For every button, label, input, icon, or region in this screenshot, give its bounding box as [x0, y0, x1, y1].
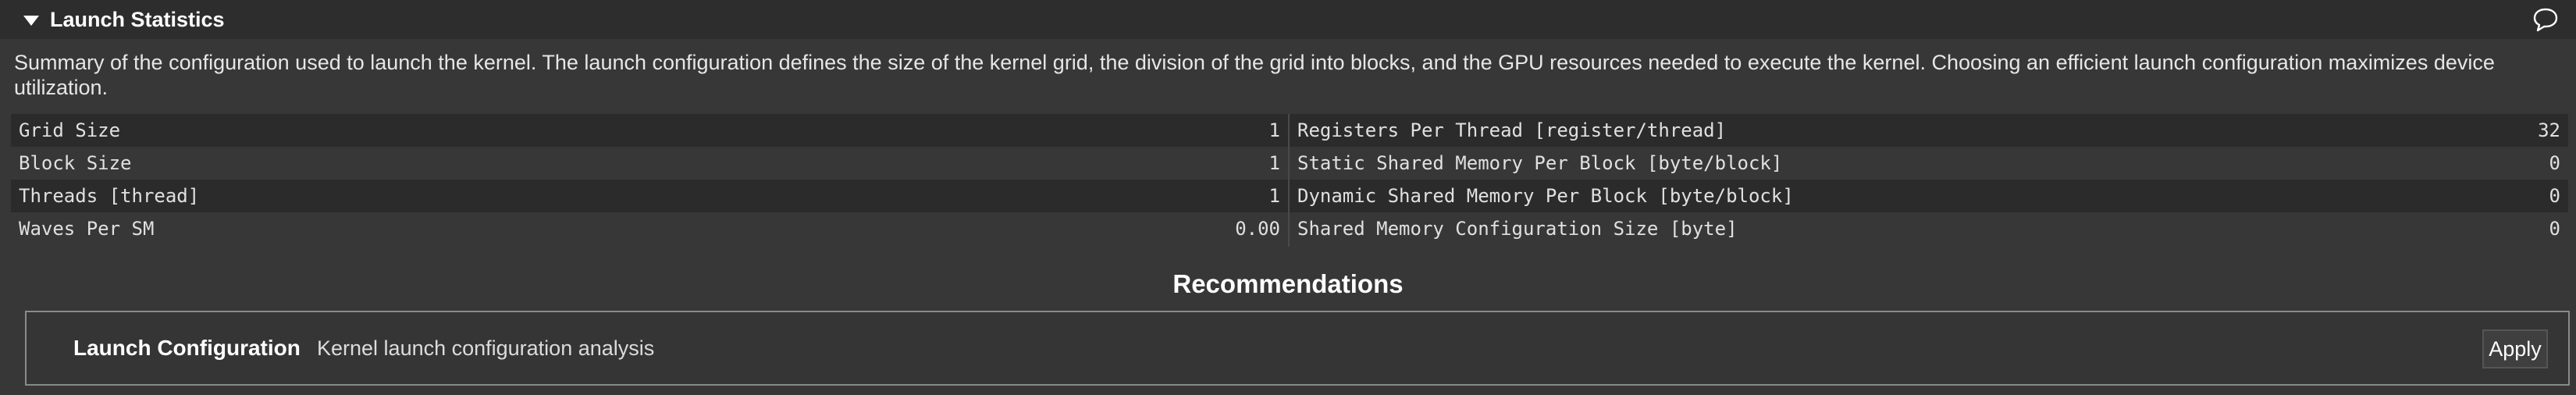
- triangle-down-icon[interactable]: [23, 16, 39, 26]
- metric-label: Threads [thread]: [19, 185, 200, 207]
- section-title: Launch Statistics: [50, 8, 225, 31]
- section-header[interactable]: Launch Statistics: [0, 0, 2576, 39]
- metric-row: Static Shared Memory Per Block [byte/blo…: [1290, 147, 2568, 180]
- metrics-column-right: Registers Per Thread [register/thread] 3…: [1290, 114, 2568, 247]
- metric-row: Shared Memory Configuration Size [byte] …: [1290, 212, 2568, 245]
- metrics-column-left: Grid Size 1 Block Size 1 Threads [thread…: [11, 114, 1290, 247]
- metric-label: Registers Per Thread [register/thread]: [1297, 119, 1727, 141]
- recommendations-title: Recommendations: [1172, 269, 1404, 298]
- metrics-table: Grid Size 1 Block Size 1 Threads [thread…: [11, 114, 2568, 247]
- metric-value: 0: [2549, 152, 2560, 174]
- metric-label: Shared Memory Configuration Size [byte]: [1297, 218, 1738, 240]
- metric-row: Threads [thread] 1: [11, 180, 1288, 212]
- metric-value: 0: [2549, 185, 2560, 207]
- metric-value: 0.00: [1235, 218, 1280, 240]
- metric-label: Block Size: [19, 152, 132, 174]
- metric-row: Dynamic Shared Memory Per Block [byte/bl…: [1290, 180, 2568, 212]
- recommendation-item: Launch Configuration Kernel launch confi…: [25, 311, 2570, 386]
- apply-button[interactable]: Apply: [2482, 329, 2548, 368]
- section-summary: Summary of the configuration used to lau…: [14, 51, 2495, 99]
- metric-row: Registers Per Thread [register/thread] 3…: [1290, 114, 2568, 147]
- metric-value: 1: [1268, 152, 1280, 174]
- metric-row: Waves Per SM 0.00: [11, 212, 1288, 245]
- recommendation-description: Kernel launch configuration analysis: [317, 336, 655, 360]
- metric-value: 1: [1268, 185, 1280, 207]
- metric-label: Grid Size: [19, 119, 121, 141]
- recommendation-name: Launch Configuration: [73, 336, 301, 360]
- metric-label: Waves Per SM: [19, 218, 155, 240]
- metric-label: Static Shared Memory Per Block [byte/blo…: [1297, 152, 1783, 174]
- metric-value: 1: [1268, 119, 1280, 141]
- metric-label: Dynamic Shared Memory Per Block [byte/bl…: [1297, 185, 1794, 207]
- metric-row: Block Size 1: [11, 147, 1288, 180]
- metric-row: Grid Size 1: [11, 114, 1288, 147]
- metric-value: 32: [2538, 119, 2560, 141]
- speech-bubble-icon[interactable]: [2532, 6, 2559, 33]
- metric-value: 0: [2549, 218, 2560, 240]
